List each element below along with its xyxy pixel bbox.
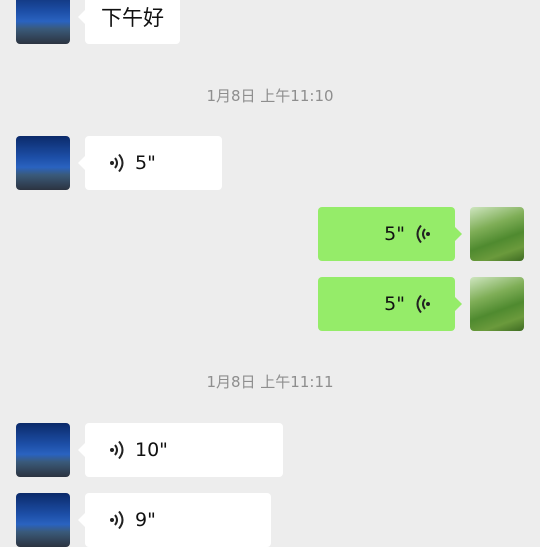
voice-duration: 5" [135,152,156,174]
voice-wave-right-icon [109,440,127,460]
chat-message-list: 下午好 1月8日 上午11:10 5" 5" 5" 1月8日 上午11:11 1… [0,0,540,547]
voice-wave-right-icon [109,510,127,530]
contact-avatar[interactable] [16,0,70,44]
contact-avatar[interactable] [16,136,70,190]
timestamp: 1月8日 上午11:11 [206,373,334,391]
voice-duration: 9" [135,509,156,531]
voice-message-bubble[interactable]: 9" [78,493,271,547]
voice-wave-left-icon [413,224,431,244]
contact-avatar[interactable] [16,493,70,547]
my-avatar[interactable] [470,207,524,261]
contact-avatar[interactable] [16,423,70,477]
text-message-bubble[interactable]: 下午好 [78,0,180,44]
voice-duration: 10" [135,439,168,461]
message-text: 下午好 [101,6,164,30]
my-avatar[interactable] [470,277,524,331]
voice-message-bubble[interactable]: 5" [78,136,222,190]
voice-duration: 5" [384,223,405,245]
voice-wave-right-icon [109,153,127,173]
voice-duration: 5" [384,293,405,315]
voice-wave-left-icon [413,294,431,314]
voice-message-bubble[interactable]: 5" [318,277,462,331]
timestamp: 1月8日 上午11:10 [206,87,334,105]
voice-message-bubble[interactable]: 10" [78,423,283,477]
voice-message-bubble[interactable]: 5" [318,207,462,261]
